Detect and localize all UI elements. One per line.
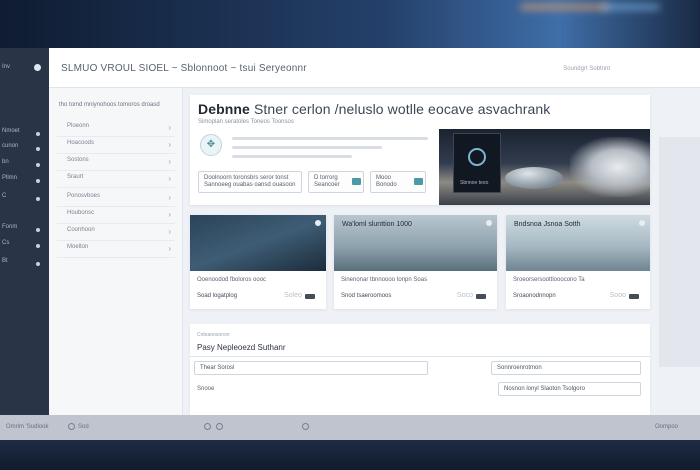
form-eyebrow: Cnteanosonon xyxy=(197,332,230,338)
card-description: Sinenonar tbnnoooo tonpn Soas xyxy=(341,277,428,283)
hero-image: Sbnnoe teoo xyxy=(439,129,650,205)
hero-subtitle: Simoplan seratoles Toneos Toonsos xyxy=(198,119,294,125)
window-title: SLMUO VROUL SIOEL ~ Sblonnoot ~ tsui Ser… xyxy=(61,63,307,74)
taskbar-right-label[interactable]: Oompoo xyxy=(655,424,678,430)
hero-panel: Debnne Stner cerlon /neluslo wotlle eoca… xyxy=(190,95,650,205)
card-price: Sooo xyxy=(609,292,626,299)
desktop-background-bottom xyxy=(0,440,700,470)
card-price: Soco xyxy=(457,292,473,299)
card-meta: Soad logatplog xyxy=(197,293,238,299)
form-divider xyxy=(190,356,650,357)
subnav-item[interactable]: Sraurt xyxy=(57,174,175,188)
app-logo-icon[interactable] xyxy=(34,64,41,71)
placeholder-text-line xyxy=(232,155,352,158)
window-header: SLMUO VROUL SIOEL ~ Sblonnoot ~ tsui Ser… xyxy=(49,48,700,88)
bullet-icon xyxy=(36,147,40,151)
subnav-item[interactable]: Moelton xyxy=(57,244,175,258)
bullet-icon xyxy=(36,163,40,167)
right-edge-panel xyxy=(659,137,700,367)
card-tag-icon[interactable] xyxy=(476,294,486,299)
rail-item[interactable]: Bt xyxy=(0,258,49,272)
bullet-icon xyxy=(36,244,40,248)
hero-headline-rest: Stner cerlon /neluslo wotlle eocave asva… xyxy=(253,101,551,117)
rail-item[interactable]: cunon xyxy=(0,143,49,157)
form-title: Pasy Nepleoezd Suthanr xyxy=(197,343,286,352)
card-tag-icon[interactable] xyxy=(629,294,639,299)
content-card[interactable]: Bndsnoa Jsnoa Sotth Sroeorsersoottloooco… xyxy=(506,215,650,309)
header-right-label[interactable]: Soundgrt Sobtnnt xyxy=(563,66,610,72)
app-window: Inv Nmoet cunon bn Pllmn C Fonm Cs Bt SL… xyxy=(0,48,700,440)
card-meta: Sroaonodnnopn xyxy=(513,293,556,299)
rail-item[interactable]: Nmoet xyxy=(0,128,49,142)
field-action-icon[interactable] xyxy=(352,178,361,185)
content-card[interactable]: Wa'loml slunttion 1000 Sinenonar tbnnooo… xyxy=(334,215,497,309)
bottom-taskbar: Omrlm 'Sudlook Sod Oompoo xyxy=(0,415,700,440)
form-field-label: Snooe xyxy=(197,386,215,392)
lens-flare xyxy=(520,4,610,10)
card-title: Wa'loml slunttion 1000 xyxy=(342,221,412,228)
taskbar-app-icon[interactable] xyxy=(204,423,211,430)
card-meta: Snod tsaeroomoos xyxy=(341,293,392,299)
card-menu-icon[interactable] xyxy=(315,220,321,226)
card-tag-icon[interactable] xyxy=(305,294,315,299)
subnav-item[interactable]: Ponosvboes xyxy=(57,193,175,207)
bullet-icon xyxy=(36,262,40,266)
card-description: Ooenoodod fboloros oooc xyxy=(197,277,267,283)
nav-rail: Inv Nmoet cunon bn Pllmn C Fonm Cs Bt xyxy=(0,48,49,415)
placeholder-text-line xyxy=(232,146,382,149)
bullet-icon xyxy=(36,179,40,183)
secondary-sidebar: tho tomd mniynohoos tomoros droasd Ploeo… xyxy=(49,88,183,415)
taskbar-mid-label[interactable]: Sod xyxy=(78,424,89,430)
subnav-item[interactable]: Houbonsc xyxy=(57,210,175,224)
field-action-icon[interactable] xyxy=(414,178,423,185)
rail-item[interactable]: Cs xyxy=(0,240,49,254)
hero-headline: Debnne Stner cerlon /neluslo wotlle eoca… xyxy=(198,101,550,117)
subnav-item[interactable]: Sostons xyxy=(57,157,175,171)
subnav-heading: tho tomd mniynohoos tomoros droasd xyxy=(59,102,160,108)
card-menu-icon[interactable] xyxy=(639,220,645,226)
device-mockup: Sbnnoe teoo xyxy=(453,133,501,193)
bullet-icon xyxy=(36,132,40,136)
field-line: Doolnoorn toronsbrs seror tonst xyxy=(204,175,289,181)
subnav-item[interactable]: Coonhoon xyxy=(57,227,175,241)
lens-flare xyxy=(600,4,660,10)
form-panel: Cnteanosonon Pasy Nepleoezd Suthanr Thea… xyxy=(190,324,650,415)
card-price: Soleo xyxy=(284,292,302,299)
desktop-background-top xyxy=(0,0,700,48)
card-description: Sroeorsersoottlooocono Ta xyxy=(513,277,585,283)
form-select[interactable]: Nosnon lonyl Slaoton Tsolgoro xyxy=(498,382,641,396)
hero-badge-icon: ✥ xyxy=(200,134,222,156)
bullet-icon xyxy=(36,228,40,232)
card-image xyxy=(190,215,326,271)
rail-app-label: Inv xyxy=(2,64,11,70)
taskbar-app-icon[interactable] xyxy=(216,423,223,430)
taskbar-settings-icon[interactable] xyxy=(68,423,75,430)
subnav-item[interactable]: Hoacoods xyxy=(57,140,175,154)
field-line: Sannoeeg ouabas oansd ouasoon xyxy=(204,182,296,188)
hero-headline-bold: Debnne xyxy=(198,101,250,117)
taskbar-app-icon[interactable] xyxy=(302,423,309,430)
subnav-item[interactable]: Ploeonn xyxy=(57,123,175,137)
rail-item[interactable]: bn xyxy=(0,159,49,173)
rail-item[interactable]: C xyxy=(0,193,49,207)
device-logo-icon xyxy=(468,148,486,166)
form-input-right[interactable]: Sonnroenrotmon xyxy=(491,361,641,375)
placeholder-text-line xyxy=(232,137,428,140)
rail-item[interactable]: Fonm xyxy=(0,224,49,238)
form-input-left[interactable]: Thear Sorosl xyxy=(194,361,428,375)
content-card[interactable]: Ooenoodod fboloros oooc Soad logatplog S… xyxy=(190,215,326,309)
device-caption: Sbnnoe teoo xyxy=(460,180,489,186)
image-mist xyxy=(570,137,650,197)
taskbar-left-label[interactable]: Omrlm 'Sudlook xyxy=(6,424,49,430)
card-menu-icon[interactable] xyxy=(486,220,492,226)
image-pod xyxy=(505,167,563,189)
rail-item[interactable]: Pllmn xyxy=(0,175,49,189)
hero-field-primary[interactable]: Doolnoorn toronsbrs seror tonst Sannoeeg… xyxy=(198,171,302,193)
bullet-icon xyxy=(36,197,40,201)
card-title: Bndsnoa Jsnoa Sotth xyxy=(514,221,581,228)
